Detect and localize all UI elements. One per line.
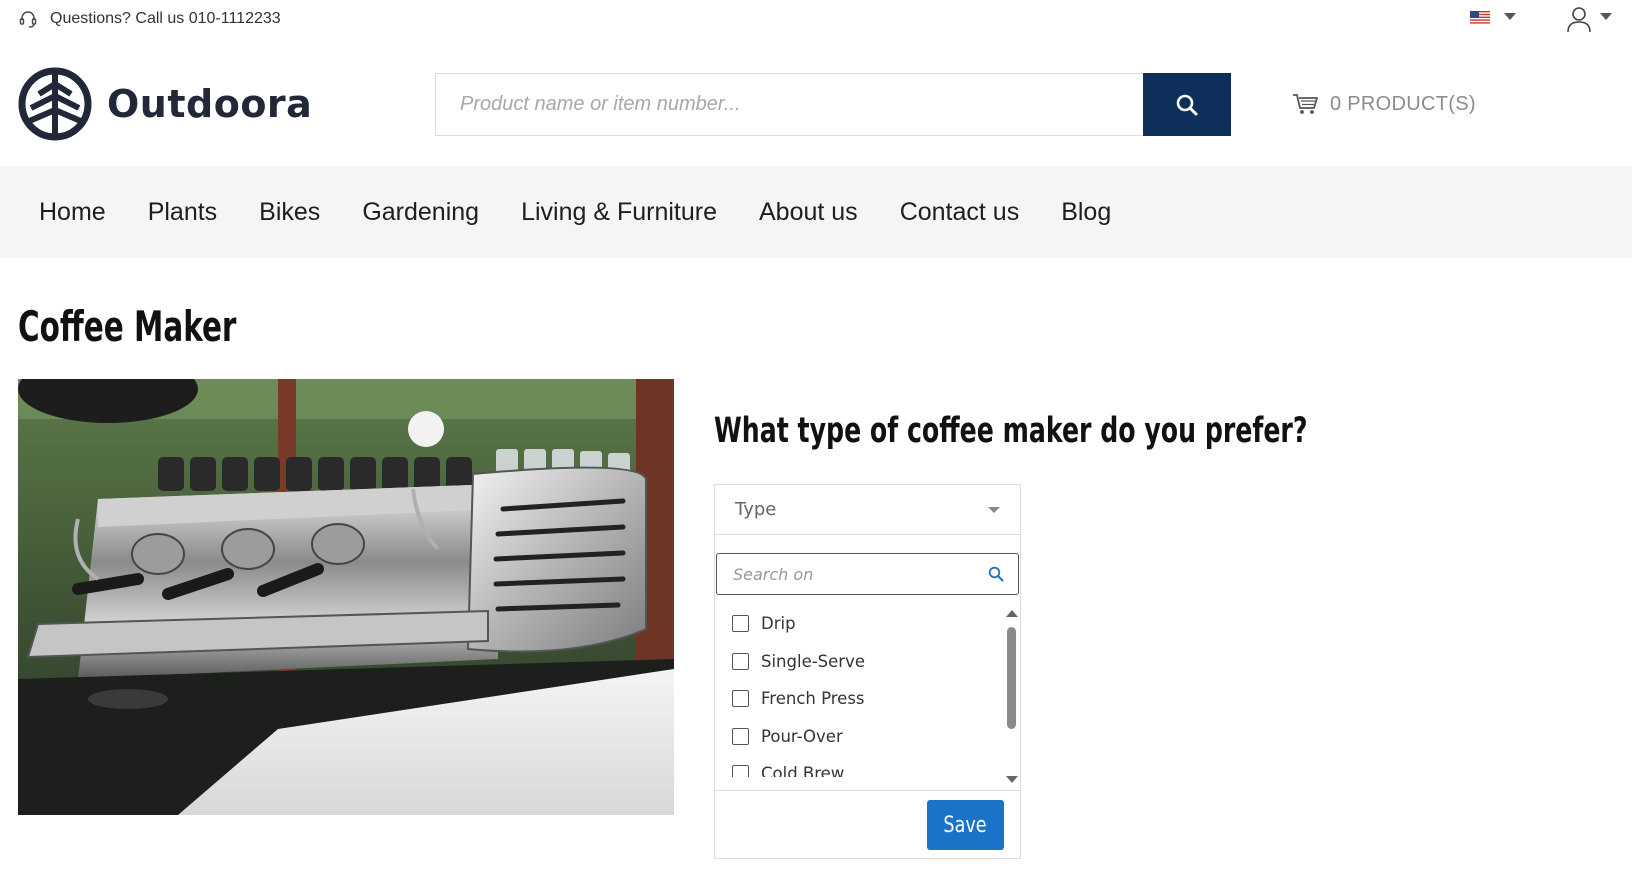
cart-summary[interactable]: 0 PRODUCT(S) — [1292, 92, 1476, 116]
option-search-box — [716, 553, 1019, 595]
nav-item-blog[interactable]: Blog — [1061, 198, 1111, 227]
survey-question: What type of coffee maker do you prefer? — [714, 411, 1308, 451]
nav-item-contact-us[interactable]: Contact us — [900, 198, 1020, 227]
option-french-press[interactable]: French Press — [715, 680, 1005, 718]
coffee-machine-image — [18, 379, 674, 815]
checkbox[interactable] — [732, 615, 749, 633]
option-list-scrollbar[interactable] — [1005, 605, 1019, 783]
cart-count-label: 0 PRODUCT(S) — [1330, 92, 1476, 115]
nav-item-living-furniture[interactable]: Living & Furniture — [521, 198, 717, 227]
espresso-machine-illustration — [18, 379, 674, 815]
save-button-label: Save — [943, 812, 988, 838]
option-single-serve[interactable]: Single-Serve — [715, 643, 1005, 681]
language-dropdown-chevron-icon[interactable] — [1504, 13, 1516, 20]
option-drip[interactable]: Drip — [715, 605, 1005, 643]
chevron-down-icon — [988, 506, 1000, 513]
checkbox[interactable] — [732, 690, 749, 708]
option-cold-brew[interactable]: Cold Brew — [715, 755, 1005, 777]
nav-item-bikes[interactable]: Bikes — [259, 198, 320, 227]
type-multiselect-dropdown: Type Drip Single-Serve French Press Pour… — [714, 484, 1021, 859]
scroll-up-arrow-icon[interactable] — [1006, 610, 1018, 617]
cart-icon — [1293, 94, 1318, 114]
option-label: French Press — [761, 689, 865, 709]
scrollbar-thumb[interactable] — [1007, 627, 1016, 729]
main-navigation: Home Plants Bikes Gardening Living & Fur… — [0, 166, 1632, 258]
product-search — [435, 73, 1231, 136]
search-button[interactable] — [1143, 73, 1231, 136]
type-select-toggle[interactable]: Type — [715, 485, 1020, 535]
headset-icon — [19, 11, 37, 28]
user-icon[interactable] — [1566, 5, 1592, 33]
search-icon — [1176, 94, 1198, 115]
brand-logo[interactable]: Outdoora — [17, 66, 312, 142]
us-flag-icon[interactable] — [1470, 11, 1490, 24]
checkbox[interactable] — [732, 652, 749, 670]
option-label: Pour-Over — [761, 726, 843, 746]
option-pour-over[interactable]: Pour-Over — [715, 718, 1005, 756]
checkbox[interactable] — [732, 727, 749, 745]
nav-item-about-us[interactable]: About us — [759, 198, 858, 227]
account-dropdown-chevron-icon[interactable] — [1600, 13, 1612, 20]
option-label: Cold Brew — [761, 764, 845, 777]
save-button[interactable]: Save — [927, 800, 1004, 850]
option-search-input[interactable] — [733, 564, 988, 584]
nav-item-home[interactable]: Home — [39, 198, 106, 227]
page-title: Coffee Maker — [18, 302, 237, 351]
support-phone[interactable]: Questions? Call us 010-1112233 — [18, 9, 281, 29]
brand-name: Outdoora — [107, 82, 313, 126]
search-icon[interactable] — [988, 566, 1004, 582]
top-bar: Questions? Call us 010-1112233 — [0, 0, 1632, 40]
nav-item-plants[interactable]: Plants — [148, 198, 217, 227]
option-label: Single-Serve — [761, 651, 866, 671]
dropdown-footer: Save — [715, 790, 1020, 858]
option-label: Drip — [761, 614, 796, 634]
scroll-down-arrow-icon[interactable] — [1006, 776, 1018, 783]
nav-item-gardening[interactable]: Gardening — [362, 198, 479, 227]
type-select-label: Type — [735, 499, 777, 520]
checkbox[interactable] — [732, 765, 749, 777]
tree-logo-icon — [18, 67, 92, 141]
support-phone-text: Questions? Call us 010-1112233 — [50, 10, 281, 27]
product-search-input[interactable] — [435, 73, 1143, 136]
option-list: Drip Single-Serve French Press Pour-Over… — [715, 605, 1005, 777]
